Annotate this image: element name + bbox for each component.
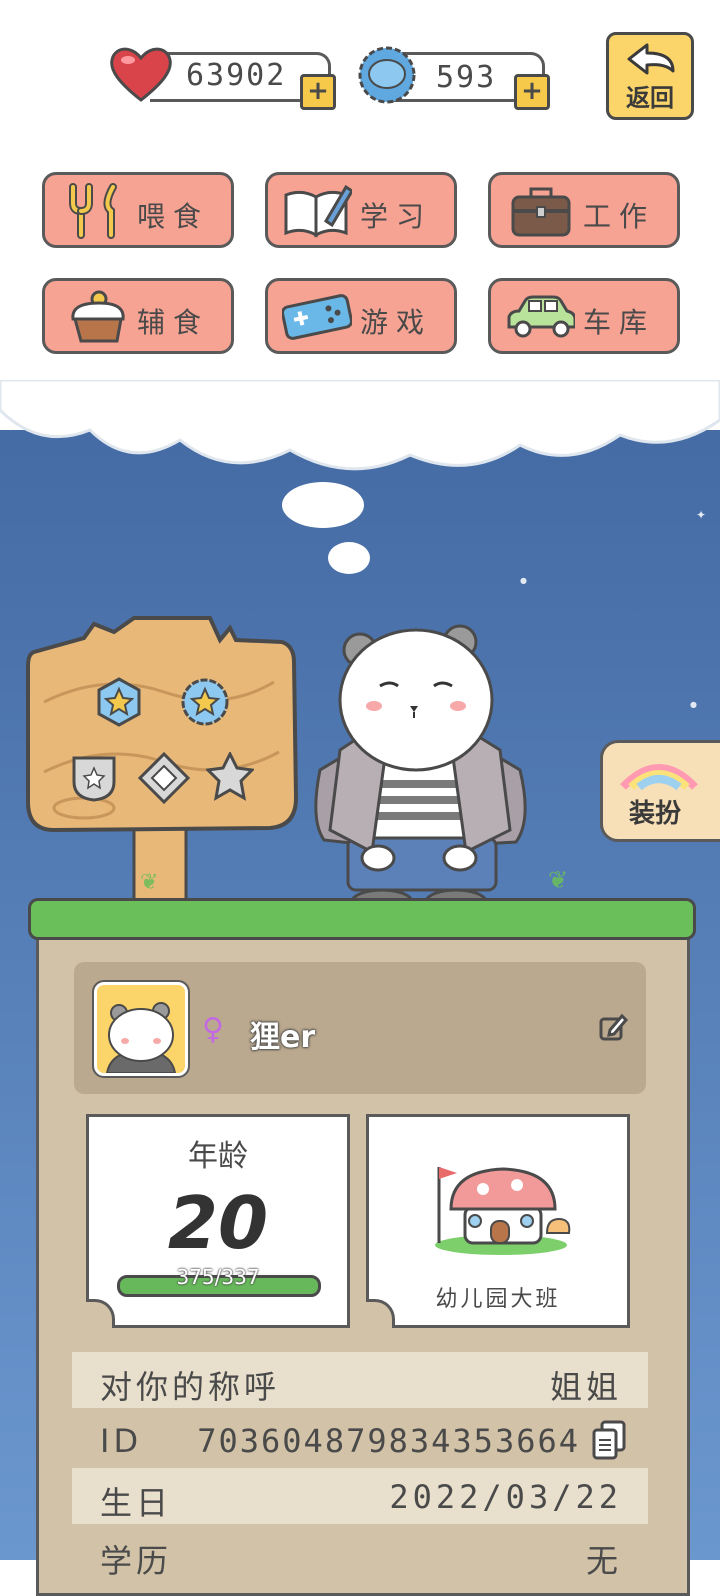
gem-icon (358, 46, 416, 104)
id-value: 70360487983435366​4 (197, 1422, 580, 1460)
education-value: 无 (585, 1542, 622, 1580)
birthday-label: 生日 (100, 1484, 173, 1522)
gender-female-icon: ♀ (202, 1012, 224, 1047)
copy-icon[interactable] (592, 1420, 626, 1460)
feed-label: 喂食 (136, 200, 209, 233)
pet-name: 狸er (250, 1020, 316, 1055)
education-row: 学历 无 (72, 1526, 648, 1582)
star-icon: ✦ (696, 508, 707, 522)
badge-star-gray-icon (206, 752, 254, 801)
star-icon: ● (520, 576, 527, 585)
birthday-row: 生日 2022/03/22 (72, 1468, 648, 1524)
badge-diamond-icon (138, 752, 190, 804)
study-label: 学习 (359, 200, 432, 233)
nickname-row: 对你的称呼 姐姐 (72, 1352, 648, 1408)
garage-label: 车库 (582, 306, 655, 339)
grass-strip (28, 898, 696, 940)
school-card[interactable]: 幼儿园大班 (366, 1114, 630, 1328)
age-card: 年龄 20 375/337 (86, 1114, 350, 1328)
rainbow-icon (620, 764, 698, 791)
nickname-label: 对你的称呼 (100, 1368, 281, 1406)
profile-header: ♀ 狸er (74, 962, 646, 1094)
age-value: 20 (167, 1181, 269, 1265)
add-gems-button[interactable]: + (514, 74, 550, 110)
education-label: 学历 (100, 1542, 173, 1580)
back-button[interactable]: 返回 (606, 32, 694, 120)
feed-button[interactable]: 喂食 (42, 172, 234, 248)
garage-button[interactable]: 车库 (488, 278, 680, 354)
fork-knife-icon (69, 183, 117, 239)
badge-flower-blue-icon (181, 678, 229, 726)
heart-icon (110, 47, 172, 102)
book-pen-icon (284, 184, 352, 238)
work-button[interactable]: 工作 (488, 172, 680, 248)
pet-character[interactable] (300, 620, 540, 920)
gamepad-icon (282, 294, 352, 340)
dress-up-button[interactable]: 装扮 (600, 740, 720, 842)
back-label: 返回 (626, 84, 674, 112)
cupcake-icon (71, 290, 125, 343)
edit-icon[interactable] (598, 1012, 628, 1042)
birthday-value: 2022/03/22 (389, 1478, 622, 1516)
gems-value: 593 (436, 60, 497, 95)
snack-button[interactable]: 辅食 (42, 278, 234, 354)
briefcase-icon (511, 187, 571, 237)
thought-bubble-large (282, 482, 364, 528)
sprout-icon: ❦ (140, 870, 159, 895)
badge-star-blue-icon (97, 677, 141, 727)
xp-text: 375/337 (176, 1265, 260, 1289)
study-button[interactable]: 学习 (265, 172, 457, 248)
school-label: 幼儿园大班 (435, 1287, 561, 1312)
nickname-value: 姐姐 (549, 1368, 622, 1406)
avatar-pet-icon (105, 1002, 177, 1073)
thought-bubble-small (328, 542, 370, 574)
star-icon: ● (690, 700, 697, 709)
work-label: 工作 (582, 200, 655, 233)
car-icon (507, 295, 575, 338)
avatar[interactable] (92, 980, 190, 1078)
id-label: ID (100, 1422, 143, 1460)
snack-label: 辅食 (136, 306, 209, 339)
back-arrow-icon (627, 43, 675, 75)
game-label: 游戏 (359, 306, 432, 339)
mushroom-house-icon (435, 1167, 571, 1255)
hearts-value: 63902 (186, 58, 287, 93)
age-label: 年龄 (188, 1139, 248, 1174)
game-button[interactable]: 游戏 (265, 278, 457, 354)
add-hearts-button[interactable]: + (300, 74, 336, 110)
page-curl (86, 1299, 115, 1328)
cloud-edge (0, 380, 720, 471)
badge-shield-icon (72, 756, 116, 802)
dress-up-label: 装扮 (629, 799, 682, 829)
id-row: ID 70360487983435366​4 (72, 1412, 648, 1468)
sprout-icon: ❦ (548, 866, 569, 894)
